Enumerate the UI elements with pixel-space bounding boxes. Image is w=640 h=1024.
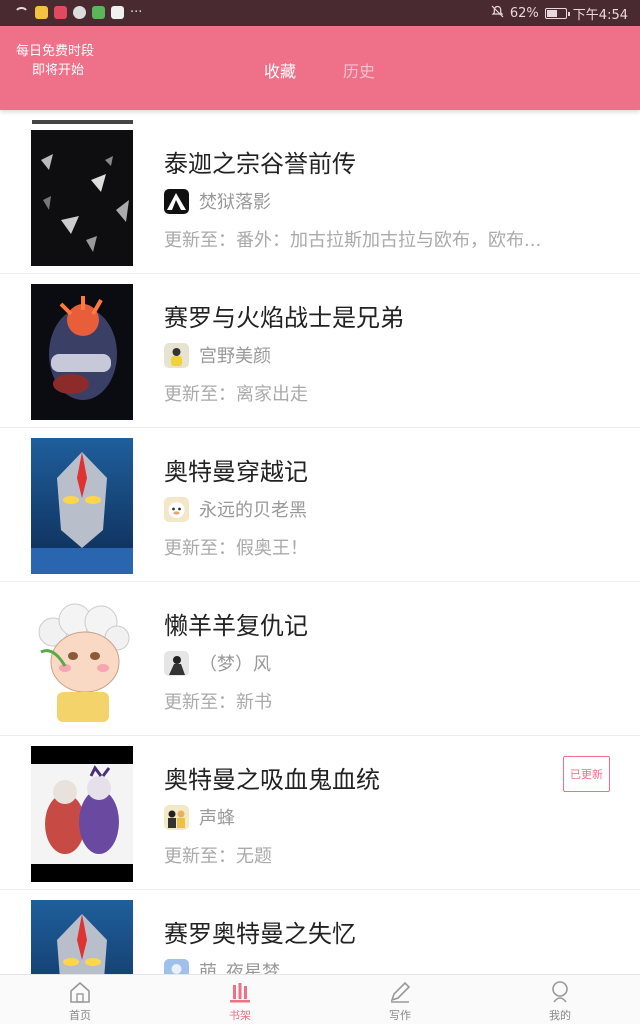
author-avatar bbox=[164, 188, 189, 214]
book-title[interactable]: 奥特曼之吸血鬼血统 bbox=[164, 760, 380, 795]
author-name: 焚狱落影 bbox=[199, 192, 271, 213]
author-avatar bbox=[164, 496, 189, 522]
list-item[interactable]: 懒羊羊复仇记 （梦）风 更新至：新书 bbox=[0, 582, 640, 736]
app-notification-icon bbox=[92, 6, 105, 19]
list-item[interactable]: 奥特曼穿越记 永远的贝老黑 更新至：假奥王！ bbox=[0, 428, 640, 582]
app-notification-icon bbox=[35, 6, 48, 19]
battery-percent: 62% bbox=[509, 6, 539, 21]
app-notification-icon bbox=[54, 6, 67, 19]
mute-icon bbox=[491, 5, 504, 22]
author-avatar bbox=[164, 650, 189, 676]
update-chapter: 无题 bbox=[236, 846, 272, 867]
author-avatar bbox=[164, 804, 189, 830]
nav-profile-label: 我的 bbox=[549, 1009, 571, 1022]
book-cover bbox=[31, 900, 133, 974]
promo-line-2: 即将开始 bbox=[32, 63, 85, 78]
book-cover bbox=[31, 438, 133, 574]
book-cover bbox=[31, 592, 133, 728]
book-title[interactable]: 赛罗奥特曼之失忆 bbox=[164, 914, 356, 949]
app-notification-icon bbox=[111, 6, 124, 19]
author-row: 声蜂 bbox=[164, 804, 235, 830]
list-item[interactable]: 赛罗与火焰战士是兄弟 宫野美颜 更新至：离家出走 bbox=[0, 274, 640, 428]
update-chapter: 番外：加古拉斯加古拉与欧布，欧布... bbox=[236, 230, 542, 251]
update-status: 更新至：番外：加古拉斯加古拉与欧布，欧布... bbox=[164, 226, 541, 252]
update-prefix: 更新至： bbox=[164, 692, 236, 713]
author-avatar bbox=[164, 958, 189, 974]
nav-home[interactable]: 首页 bbox=[40, 979, 120, 1023]
bookshelf-icon bbox=[227, 979, 253, 1005]
author-avatar bbox=[164, 342, 189, 368]
update-status: 更新至：假奥王！ bbox=[164, 534, 308, 560]
app-notification-icon bbox=[73, 6, 86, 19]
book-title[interactable]: 赛罗与火焰战士是兄弟 bbox=[164, 298, 404, 333]
author-name: （梦）风 bbox=[199, 654, 271, 675]
nav-write[interactable]: 写作 bbox=[360, 979, 440, 1023]
book-cover bbox=[31, 746, 133, 882]
top-header: 每日免费时段 即将开始 收藏 历史 bbox=[0, 26, 640, 110]
update-status: 更新至：离家出走 bbox=[164, 380, 308, 406]
book-list[interactable]: 泰迦之宗谷誉前传 焚狱落影 更新至：番外：加古拉斯加古拉与欧布，欧布... 赛罗… bbox=[0, 120, 640, 974]
book-title[interactable]: 懒羊羊复仇记 bbox=[164, 606, 308, 641]
update-prefix: 更新至： bbox=[164, 230, 236, 251]
author-row: （梦）风 bbox=[164, 650, 271, 676]
tab-favorites[interactable]: 收藏 bbox=[264, 58, 296, 82]
nav-bookshelf-label: 书架 bbox=[229, 1009, 251, 1022]
update-chapter: 离家出走 bbox=[236, 384, 308, 405]
tab-history[interactable]: 历史 bbox=[343, 58, 375, 82]
update-status: 更新至：无题 bbox=[164, 842, 272, 868]
list-item[interactable]: 赛罗奥特曼之失忆 萌_夜星梦 bbox=[0, 890, 640, 974]
clock: 下午4:54 bbox=[572, 8, 628, 23]
wifi-icon bbox=[14, 7, 29, 18]
author-name: 萌_夜星梦 bbox=[199, 962, 280, 974]
more-notifications-icon: ··· bbox=[130, 5, 143, 20]
home-icon bbox=[67, 979, 93, 1005]
profile-icon bbox=[547, 979, 573, 1005]
update-prefix: 更新至： bbox=[164, 384, 236, 405]
free-period-banner[interactable]: 每日免费时段 即将开始 bbox=[16, 42, 94, 80]
author-row: 焚狱落影 bbox=[164, 188, 271, 214]
status-bar: ··· 62% 下午4:54 bbox=[0, 0, 640, 26]
update-prefix: 更新至： bbox=[164, 538, 236, 559]
nav-profile[interactable]: 我的 bbox=[520, 979, 600, 1023]
author-name: 永远的贝老黑 bbox=[199, 500, 307, 521]
update-prefix: 更新至： bbox=[164, 846, 236, 867]
updated-badge: 已更新 bbox=[563, 756, 610, 792]
update-chapter: 假奥王！ bbox=[236, 538, 308, 559]
update-status: 更新至：新书 bbox=[164, 688, 272, 714]
pen-icon bbox=[387, 979, 413, 1005]
author-row: 萌_夜星梦 bbox=[164, 958, 280, 974]
book-title[interactable]: 泰迦之宗谷誉前传 bbox=[164, 144, 356, 179]
shelf-tabs: 收藏 历史 bbox=[264, 58, 375, 82]
author-name: 声蜂 bbox=[199, 808, 235, 829]
update-chapter: 新书 bbox=[236, 692, 272, 713]
battery-icon bbox=[544, 8, 570, 19]
book-cover bbox=[31, 284, 133, 420]
list-item[interactable]: 泰迦之宗谷誉前传 焚狱落影 更新至：番外：加古拉斯加古拉与欧布，欧布... bbox=[0, 120, 640, 274]
bottom-nav: 首页 书架 写作 我的 bbox=[0, 974, 640, 1024]
status-icons: ··· bbox=[14, 5, 142, 20]
nav-bookshelf[interactable]: 书架 bbox=[200, 979, 280, 1023]
list-item[interactable]: 奥特曼之吸血鬼血统 声蜂 更新至：无题 已更新 bbox=[0, 736, 640, 890]
author-row: 永远的贝老黑 bbox=[164, 496, 307, 522]
nav-home-label: 首页 bbox=[69, 1009, 91, 1022]
author-name: 宫野美颜 bbox=[199, 346, 271, 367]
promo-line-1: 每日免费时段 bbox=[16, 44, 95, 59]
book-cover bbox=[31, 130, 133, 266]
author-row: 宫野美颜 bbox=[164, 342, 271, 368]
nav-write-label: 写作 bbox=[389, 1009, 411, 1022]
book-title[interactable]: 奥特曼穿越记 bbox=[164, 452, 308, 487]
status-right: 62% 下午4:54 bbox=[491, 4, 628, 23]
